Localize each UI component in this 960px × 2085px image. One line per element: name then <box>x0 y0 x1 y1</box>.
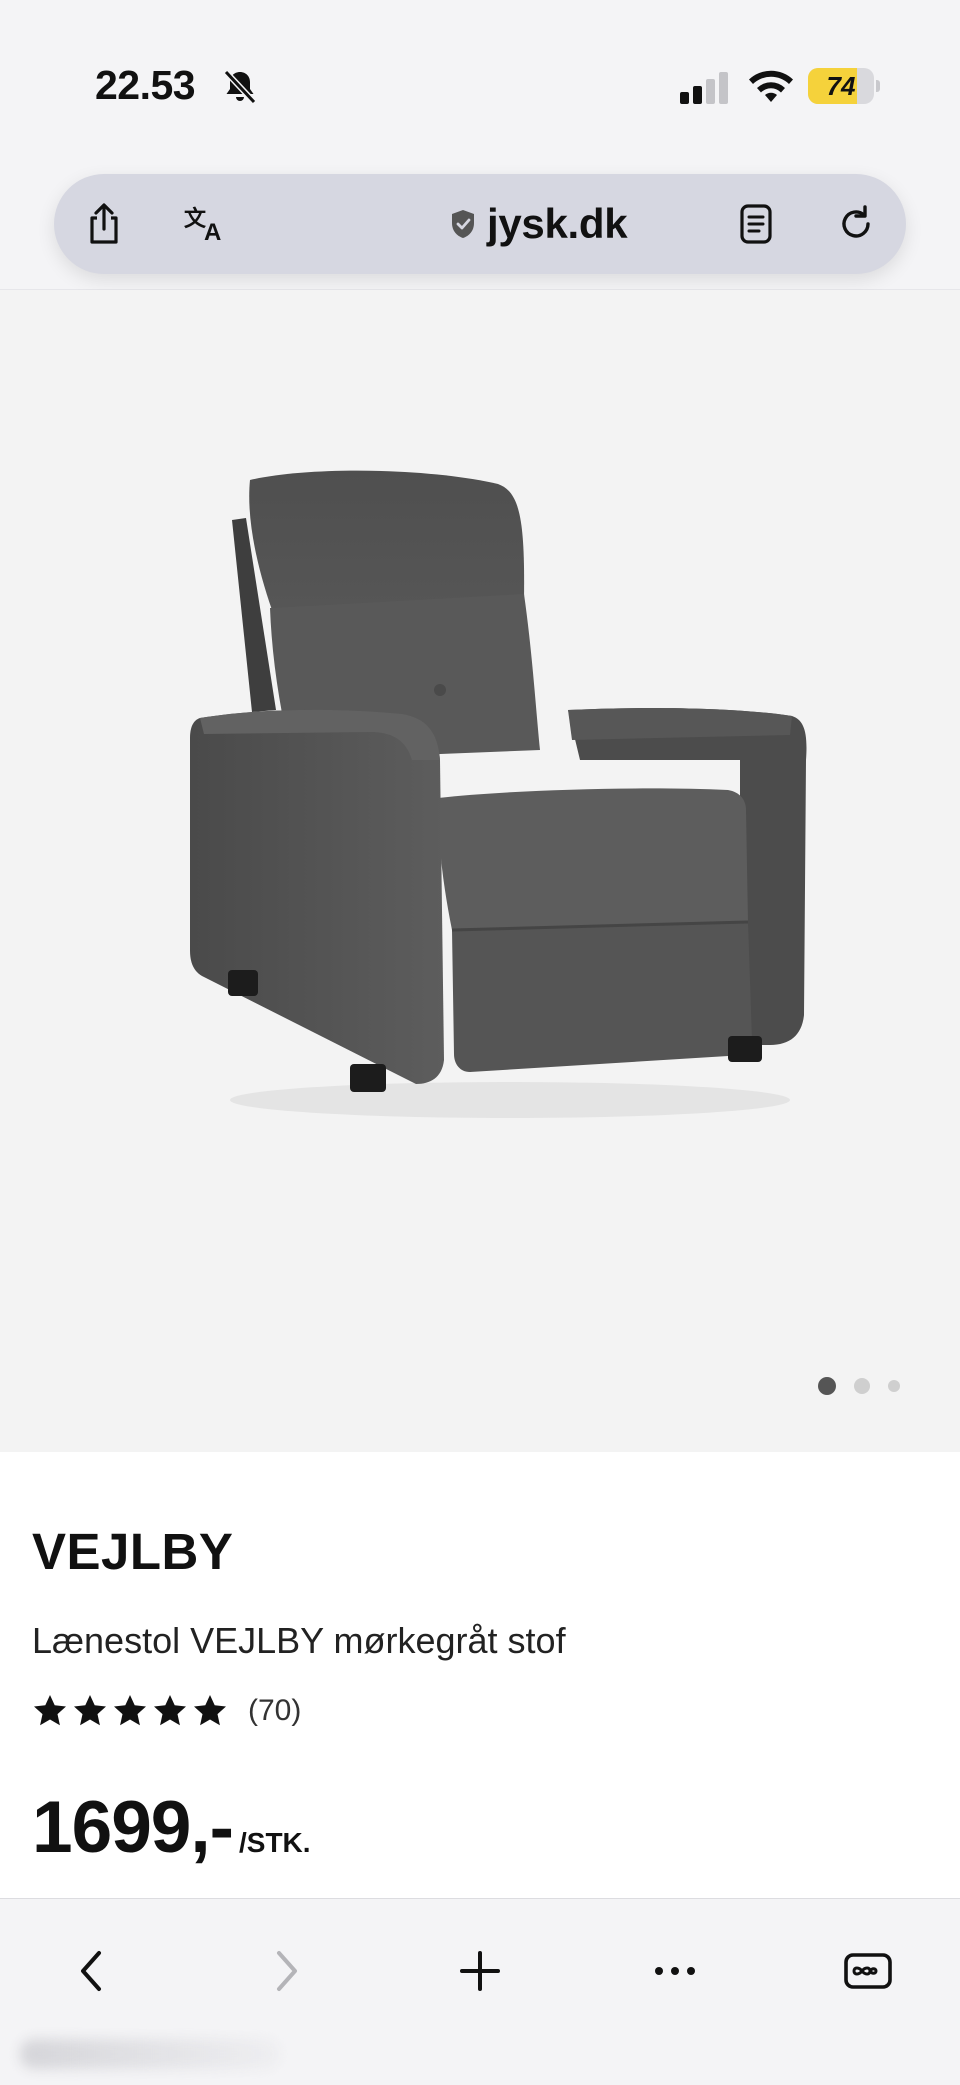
gallery-dot[interactable] <box>854 1378 870 1394</box>
svg-text:A: A <box>204 219 221 244</box>
new-tab-icon <box>460 1951 500 1991</box>
back-icon <box>81 1951 101 1991</box>
more-icon <box>655 1967 695 1975</box>
battery-icon: 74 <box>808 68 880 104</box>
gallery-pagination <box>818 1376 900 1396</box>
reader-button[interactable] <box>730 198 782 250</box>
signal-icon <box>680 72 728 104</box>
battery-percent: 74 <box>826 71 856 101</box>
reload-button[interactable] <box>830 198 882 250</box>
bell-slash-icon <box>223 69 257 105</box>
share-icon <box>90 203 118 244</box>
star-icon <box>154 1695 186 1726</box>
product-name: Lænestol VEJLBY mørkegråt stof <box>32 1620 566 1661</box>
gallery-dot[interactable] <box>888 1380 900 1392</box>
tabs-icon <box>844 1953 892 1989</box>
more-button[interactable] <box>645 1941 705 2001</box>
review-count[interactable]: (70) <box>248 1694 301 1728</box>
star-icon <box>34 1695 66 1726</box>
translate-icon: 文 A <box>184 206 221 244</box>
star-rating <box>32 1693 228 1729</box>
share-button[interactable] <box>78 198 130 250</box>
gallery-dot[interactable] <box>818 1377 836 1395</box>
product-image <box>190 470 807 1118</box>
product-rating[interactable]: (70) <box>32 1693 301 1729</box>
new-tab-button[interactable] <box>450 1941 510 2001</box>
page: 22.53 74 文 A jysk.dk VEJLBY Lænestol VEJ… <box>0 0 960 2085</box>
wifi-icon <box>749 70 793 102</box>
star-icon <box>194 1695 226 1726</box>
status-time: 22.53 <box>95 62 196 108</box>
browser-bottom-bar <box>0 1898 960 2085</box>
url-domain[interactable]: jysk.dk <box>449 198 628 250</box>
forward-button[interactable] <box>256 1941 316 2001</box>
blurred-text <box>20 2039 280 2069</box>
reader-icon <box>740 204 772 244</box>
star-icon <box>74 1695 106 1726</box>
forward-icon <box>277 1951 297 1991</box>
product-brand: VEJLBY <box>32 1523 234 1580</box>
address-bar[interactable]: 文 A jysk.dk <box>54 174 906 274</box>
tabs-button[interactable] <box>838 1941 898 2001</box>
product-price: 1699,- <box>32 1787 234 1868</box>
product-gallery[interactable] <box>0 290 960 1452</box>
price-row: 1699,- /STK. <box>32 1786 311 1869</box>
back-button[interactable] <box>62 1941 122 2001</box>
star-icon <box>114 1695 146 1726</box>
shield-icon <box>452 210 474 238</box>
status-bar: 22.53 74 <box>0 0 960 150</box>
url-text: jysk.dk <box>487 200 628 247</box>
translate-button[interactable]: 文 A <box>180 198 232 250</box>
price-unit: /STK. <box>239 1827 311 1858</box>
reload-icon <box>842 205 870 238</box>
